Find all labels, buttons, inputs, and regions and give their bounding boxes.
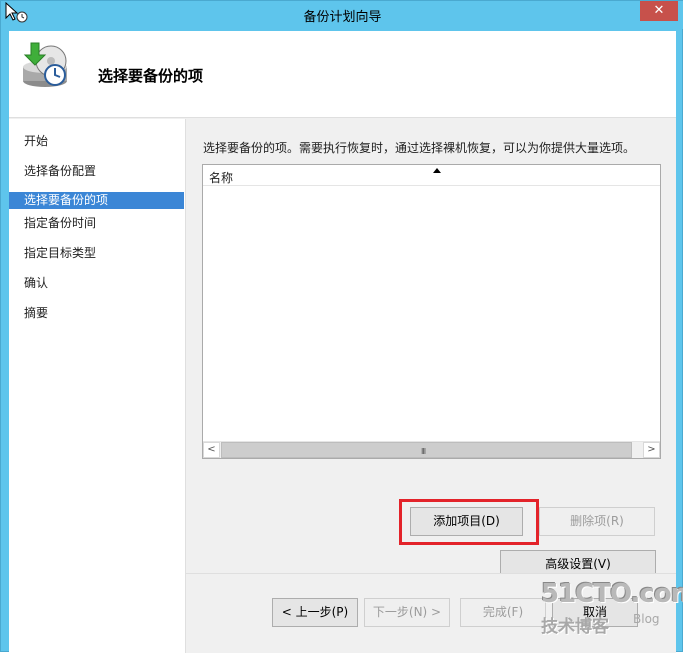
back-button[interactable]: < 上一步(P) [272, 598, 358, 627]
nav-step-start[interactable]: 开始 [9, 133, 184, 150]
title-bar[interactable]: 备份计划向导 ✕ [1, 1, 683, 29]
list-header[interactable]: 名称 [203, 165, 660, 186]
wizard-header: 选择要备份的项 [9, 31, 676, 118]
nav-step-target-type[interactable]: 指定目标类型 [9, 245, 184, 262]
next-button[interactable]: 下一步(N) > [364, 598, 450, 627]
nav-step-backup-time[interactable]: 指定备份时间 [9, 215, 184, 232]
scroll-left-button[interactable]: < [203, 442, 220, 458]
backup-items-list[interactable]: 名称 < III > [202, 164, 661, 459]
backup-schedule-icon [23, 42, 67, 87]
window-title: 备份计划向导 [303, 10, 382, 25]
scroll-grip-icon: III [421, 447, 426, 456]
horizontal-scrollbar[interactable]: < III > [203, 441, 660, 458]
nav-step-backup-config[interactable]: 选择备份配置 [9, 163, 184, 180]
content-panel: 选择要备份的项。需要执行恢复时，通过选择裸机恢复，可以为你提供大量选项。 名称 … [186, 119, 676, 579]
watermark-logo-text: 51CTO.com [541, 579, 683, 609]
watermark-blog: Blog [633, 612, 660, 626]
wizard-steps-nav: 开始 选择备份配置 选择要备份的项 指定备份时间 指定目标类型 确认 摘要 [9, 119, 185, 653]
nav-step-summary[interactable]: 摘要 [9, 305, 184, 322]
close-button[interactable]: ✕ [640, 1, 678, 21]
scroll-right-button[interactable]: > [643, 442, 660, 458]
watermark-subtitle: 技术博客 [541, 617, 609, 637]
sort-ascending-icon [433, 168, 441, 173]
wizard-window: 备份计划向导 ✕ 选择要备份的项 开始 选择备份配置 选择要备份的项 指定备份时… [0, 0, 683, 653]
annotation-highlight-box [399, 499, 539, 545]
nav-step-select-items[interactable]: 选择要备份的项 [9, 192, 184, 209]
site-watermark: 51CTO.com 技术博客 Blog [531, 576, 683, 646]
instruction-text: 选择要备份的项。需要执行恢复时，通过选择裸机恢复，可以为你提供大量选项。 [203, 141, 636, 155]
wizard-client-area: 选择要备份的项 开始 选择备份配置 选择要备份的项 指定备份时间 指定目标类型 … [9, 31, 676, 653]
scroll-thumb[interactable]: III [221, 442, 632, 458]
remove-item-button[interactable]: 删除项(R) [539, 507, 655, 536]
nav-step-confirm[interactable]: 确认 [9, 275, 184, 292]
column-name-header[interactable]: 名称 [209, 169, 233, 186]
page-title: 选择要备份的项 [98, 67, 204, 85]
